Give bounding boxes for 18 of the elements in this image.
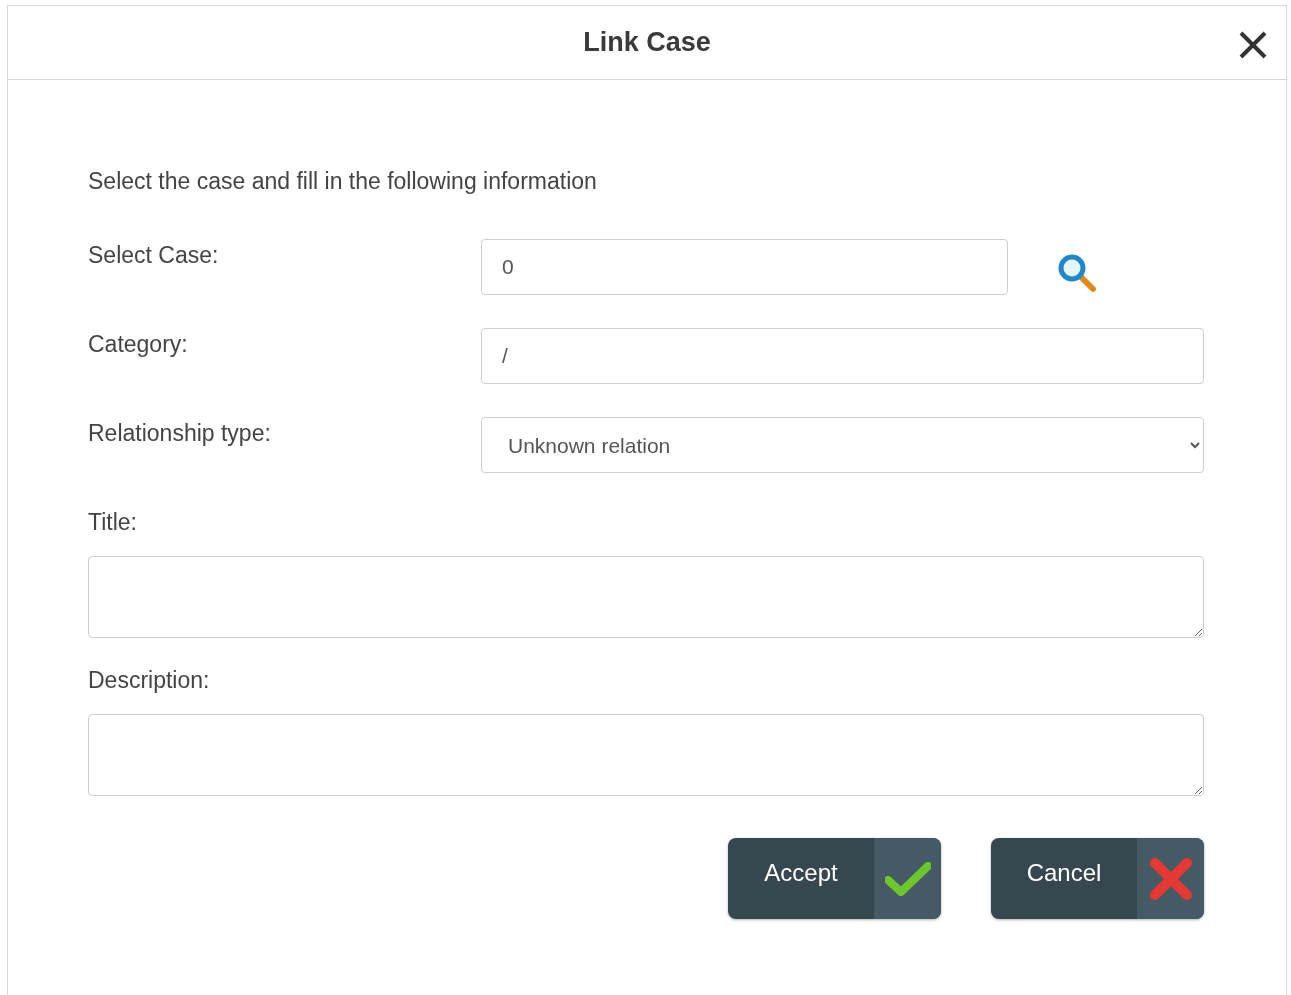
dropdown-field[interactable]: Unknown relation — [481, 417, 1204, 473]
field-label: Category: — [88, 330, 189, 358]
instruction-text: Select the case and fill in the following information — [88, 168, 598, 195]
field-label: Description: — [88, 666, 211, 694]
accept-button[interactable]: Accept — [728, 838, 941, 919]
search-icon — [1057, 253, 1097, 293]
field-label: Select Case: — [88, 241, 220, 269]
field-label: Relationship type: — [88, 419, 272, 447]
field-label: Title: — [88, 508, 138, 536]
cancel-button[interactable]: Cancel — [991, 838, 1204, 919]
close-icon — [1238, 30, 1268, 60]
input-field[interactable]: / — [481, 328, 1204, 384]
close-button[interactable] — [1238, 30, 1268, 60]
dialog-title: Link Case — [583, 27, 711, 58]
input-field[interactable]: 0 — [481, 239, 1008, 295]
cross-icon — [1148, 856, 1193, 901]
checkmark-icon — [884, 861, 931, 896]
search-button[interactable] — [1056, 253, 1098, 295]
